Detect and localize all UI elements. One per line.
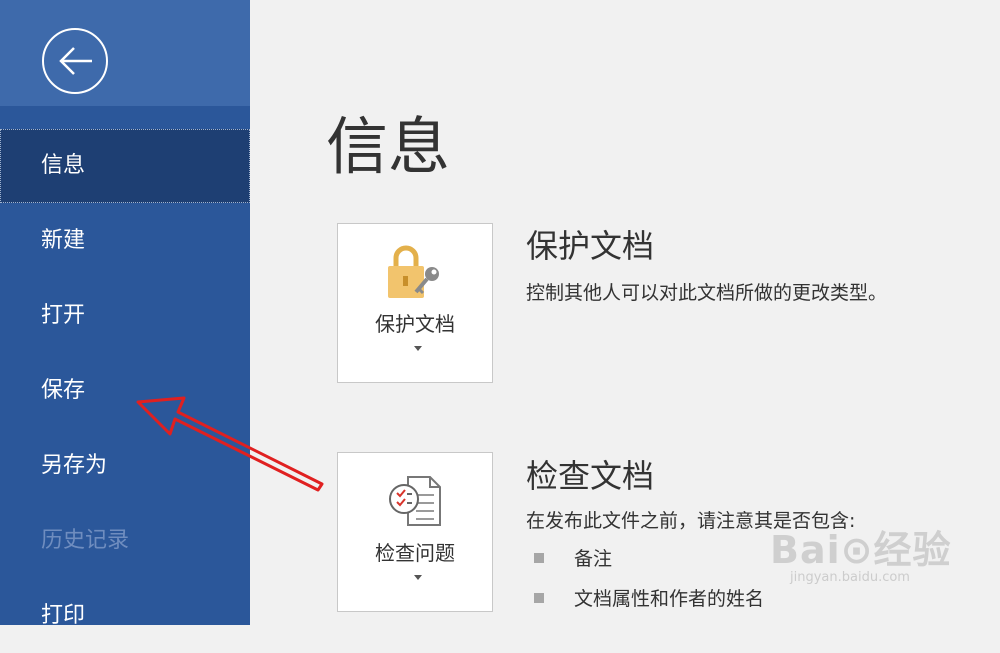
- back-button[interactable]: [42, 28, 108, 94]
- lock-key-icon: [388, 245, 439, 298]
- nav-item-history: 历史记录: [41, 528, 130, 553]
- chevron-down-icon: [414, 575, 422, 580]
- page-title: 信息: [326, 110, 451, 183]
- watermark-url: jingyan.baidu.com: [790, 570, 910, 585]
- inspect-document-title: 检查文档: [526, 457, 655, 495]
- nav-item-new[interactable]: 新建: [0, 204, 250, 278]
- bullet-icon: [534, 592, 544, 603]
- inspect-document-icon: [389, 476, 441, 526]
- nav-item-open[interactable]: 打开: [0, 279, 250, 353]
- back-arrow-icon: [59, 47, 92, 75]
- watermark: Bai⊙经验 jingyan.baidu.com: [770, 530, 951, 585]
- chevron-down-icon: [414, 346, 422, 351]
- list-item: 文档属性和作者的姓名: [534, 586, 764, 612]
- back-area: [0, 0, 250, 106]
- list-item: 备注: [534, 546, 612, 572]
- backstage-sidebar: 信息 新建 打开 保存 另存为 历史记录 打印: [0, 0, 250, 628]
- bullet-text: 备注: [574, 548, 613, 570]
- protect-document-title: 保护文档: [526, 227, 655, 265]
- watermark-brand: Bai⊙经验: [770, 528, 952, 572]
- protect-document-tile-label: 保护文档: [375, 312, 455, 336]
- check-issues-tile-label: 检查问题: [375, 541, 455, 565]
- nav-item-save[interactable]: 保存: [0, 354, 250, 428]
- nav-item-print[interactable]: 打印: [0, 579, 250, 653]
- bullet-icon: [534, 552, 544, 563]
- nav-item-save-as[interactable]: 另存为: [0, 429, 250, 503]
- protect-document-description: 控制其他人可以对此文档所做的更改类型。: [526, 282, 888, 304]
- bullet-text: 文档属性和作者的姓名: [574, 588, 765, 610]
- check-issues-button[interactable]: 检查问题: [337, 452, 493, 612]
- protect-document-button[interactable]: 保护文档: [337, 223, 493, 383]
- nav-item-info[interactable]: 信息: [0, 129, 250, 203]
